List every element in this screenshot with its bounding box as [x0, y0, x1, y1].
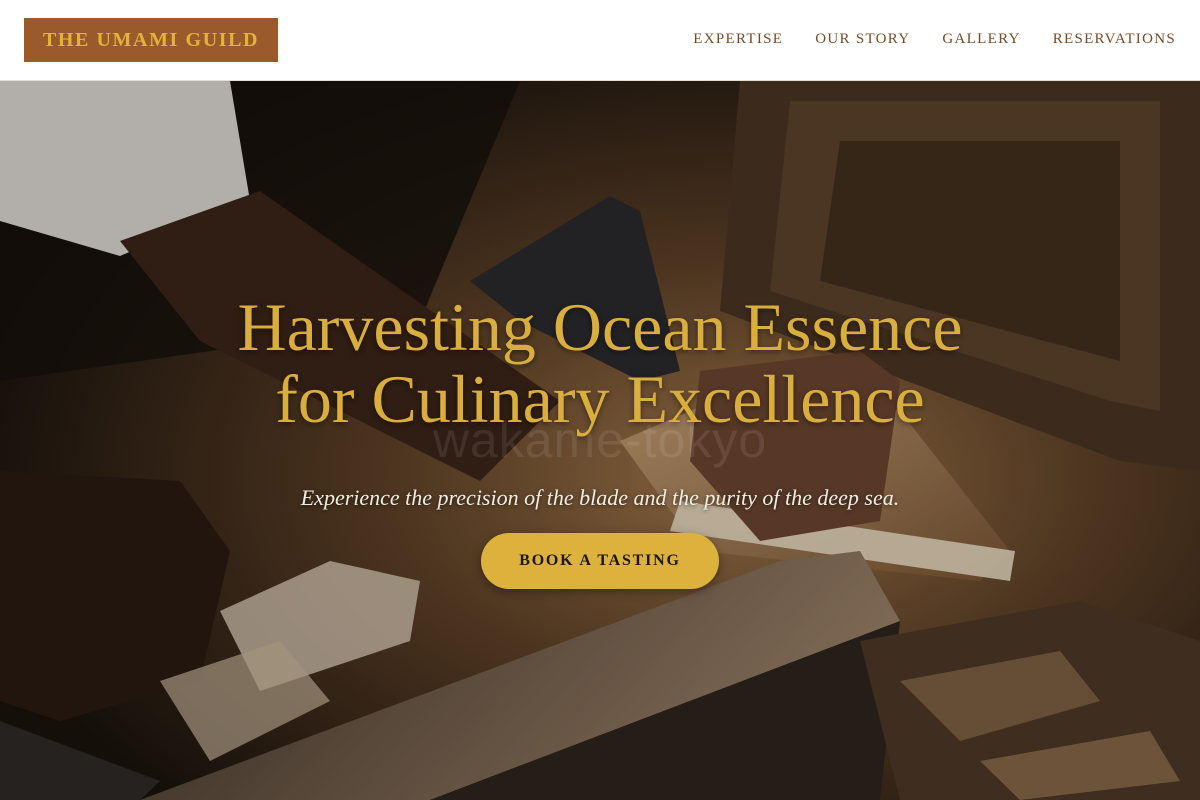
book-tasting-button[interactable]: BOOK A TASTING	[481, 533, 719, 589]
hero-headline-line-1: Harvesting Ocean Essence	[237, 289, 963, 365]
site-header: THE UMAMI GUILD EXPERTISE OUR STORY GALL…	[0, 0, 1200, 81]
nav-link-reservations[interactable]: RESERVATIONS	[1053, 30, 1176, 48]
nav-link-gallery[interactable]: GALLERY	[942, 30, 1020, 48]
nav-link-our-story[interactable]: OUR STORY	[815, 30, 910, 48]
hero-headline: Harvesting Ocean Essence for Culinary Ex…	[150, 291, 1050, 435]
hero-headline-line-2: for Culinary Excellence	[275, 361, 925, 437]
brand-logo[interactable]: THE UMAMI GUILD	[24, 18, 278, 62]
nav-link-expertise[interactable]: EXPERTISE	[693, 30, 783, 48]
hero-section: wakame-tokyo Harvesting Ocean Essence fo…	[0, 81, 1200, 800]
hero-subtitle: Experience the precision of the blade an…	[300, 485, 900, 510]
main-nav: EXPERTISE OUR STORY GALLERY RESERVATIONS	[661, 30, 1176, 48]
